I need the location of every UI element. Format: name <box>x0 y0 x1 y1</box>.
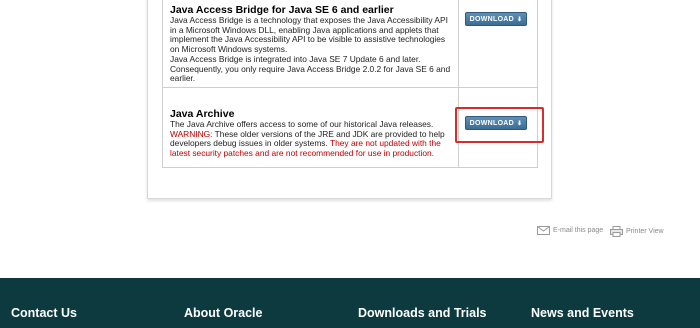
desc-line: earlier. <box>170 73 196 84</box>
email-page-link[interactable]: E-mail this page <box>537 226 603 235</box>
desc-line: Consequently, you only require Java Acce… <box>170 63 451 74</box>
footer-downloads-trials[interactable]: Downloads and Trials <box>358 306 487 320</box>
footer-news-events[interactable]: News and Events <box>531 306 634 320</box>
site-footer: Contact Us About Oracle Downloads and Tr… <box>0 278 700 328</box>
footer-about-oracle[interactable]: About Oracle <box>184 306 263 320</box>
security-warning-cont: latest security patches and are not reco… <box>170 148 434 159</box>
highlight-box <box>455 107 544 143</box>
envelope-icon <box>537 226 550 235</box>
warning-text: These older versions of the JRE and JDK … <box>212 128 445 139</box>
warning-label: WARNING: <box>170 128 213 139</box>
access-bridge-cell: Java Access Bridge for Java SE 6 and ear… <box>170 4 458 84</box>
printer-icon <box>610 226 623 237</box>
java-archive-cell: Java Archive The Java Archive offers acc… <box>170 108 458 159</box>
email-page-label: E-mail this page <box>553 227 604 234</box>
security-warning: They are not updated with the <box>330 138 441 149</box>
access-bridge-description: Java Access Bridge is a technology that … <box>170 15 458 84</box>
java-archive-description: The Java Archive offers access to some o… <box>170 119 458 159</box>
download-arrow-icon: ⬇ <box>517 16 523 23</box>
access-bridge-download-button[interactable]: DOWNLOAD ⬇ <box>465 12 527 26</box>
printer-view-label: Printer View <box>626 228 664 235</box>
printer-view-link[interactable]: Printer View <box>610 226 664 237</box>
download-button-label: DOWNLOAD <box>469 15 515 23</box>
footer-contact-us[interactable]: Contact Us <box>11 306 77 320</box>
warning-text-cont: developers debug issues in older systems… <box>170 138 330 149</box>
